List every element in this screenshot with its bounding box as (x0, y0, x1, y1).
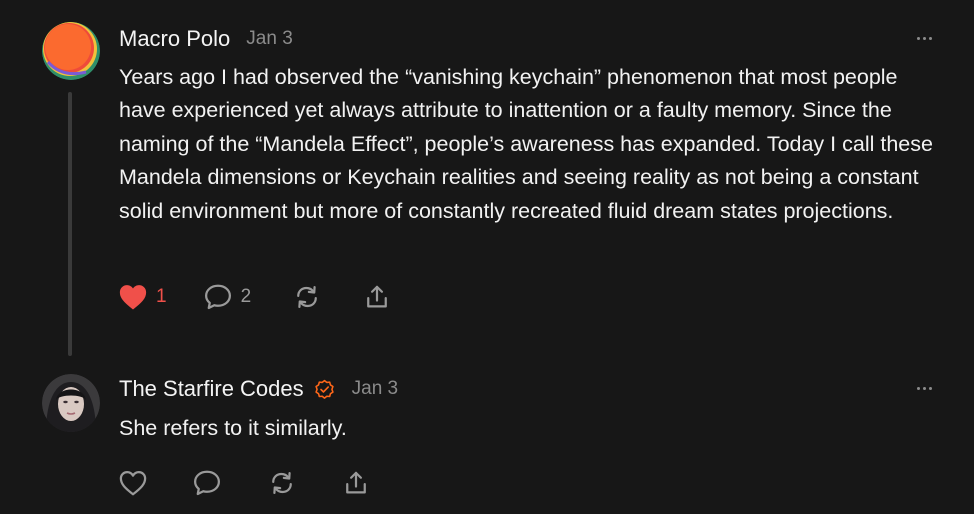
share-icon (342, 469, 370, 497)
share-button[interactable] (342, 468, 370, 498)
more-options-button[interactable] (908, 380, 940, 396)
author-name[interactable]: Macro Polo (119, 26, 230, 52)
restack-icon (268, 469, 296, 497)
reply-button[interactable] (192, 468, 222, 498)
more-icon (916, 36, 920, 40)
like-button[interactable]: 1 (118, 282, 167, 312)
comment-date[interactable]: Jan 3 (352, 378, 398, 400)
heart-icon (118, 469, 148, 497)
avatar[interactable] (42, 374, 100, 432)
comment-icon (192, 469, 222, 497)
comment-actions (118, 468, 370, 498)
thread-line (68, 92, 72, 356)
comment-thread: Macro Polo Jan 3 Years ago I had observe… (0, 0, 974, 514)
heart-icon (118, 283, 148, 311)
like-count: 1 (156, 286, 167, 307)
reply-button[interactable]: 2 (203, 282, 252, 312)
share-button[interactable] (363, 282, 391, 312)
comment-header: The Starfire Codes Jan 3 (119, 374, 398, 404)
comment-body: She refers to it similarly. (119, 416, 347, 440)
comment-body: Years ago I had observed the “vanishing … (119, 65, 933, 223)
restack-icon (293, 283, 321, 311)
author-name[interactable]: The Starfire Codes (119, 376, 304, 402)
more-icon (916, 386, 920, 390)
reply-count: 2 (240, 286, 252, 307)
more-options-button[interactable] (908, 30, 940, 46)
share-icon (363, 283, 391, 311)
like-button[interactable] (118, 468, 148, 498)
avatar[interactable] (42, 22, 100, 80)
comment-actions: 1 2 (118, 282, 391, 312)
comment-icon (203, 283, 233, 311)
restack-button[interactable] (268, 468, 296, 498)
comment-header: Macro Polo Jan 3 (119, 24, 293, 54)
comment-date[interactable]: Jan 3 (246, 28, 292, 50)
verified-badge-icon (314, 378, 336, 400)
restack-button[interactable] (293, 282, 321, 312)
